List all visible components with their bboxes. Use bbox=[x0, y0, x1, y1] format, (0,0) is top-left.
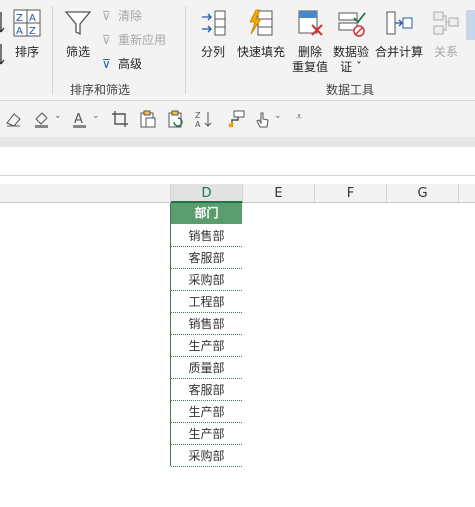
svg-text:A: A bbox=[16, 26, 23, 37]
advanced-label: 高级 bbox=[118, 57, 143, 71]
table-cell[interactable]: 采购部 bbox=[171, 445, 242, 467]
formula-bar[interactable] bbox=[0, 147, 475, 176]
svg-text:Z: Z bbox=[195, 111, 201, 120]
paste-values-icon[interactable] bbox=[166, 109, 186, 129]
chevron-down-icon[interactable]: ⌄ bbox=[274, 111, 282, 121]
remove-duplicates-icon bbox=[298, 10, 323, 36]
consolidate-label: 合并计算 bbox=[374, 45, 423, 59]
svg-text:A: A bbox=[29, 13, 36, 24]
table-cell[interactable]: 客服部 bbox=[171, 247, 242, 269]
text-to-columns-button[interactable]: 分列 bbox=[195, 6, 231, 62]
funnel-icon bbox=[64, 11, 92, 36]
data-tools-group-label: 数据工具 bbox=[325, 83, 374, 97]
clear-filter-icon: ⊽ bbox=[102, 9, 111, 23]
table-cell[interactable]: 销售部 bbox=[171, 225, 242, 247]
customize-toolbar-icon[interactable]: ⩡ bbox=[296, 110, 302, 124]
sort-filter-group-label: 排序和筛选 bbox=[69, 83, 130, 97]
table-cell[interactable]: 客服部 bbox=[171, 379, 242, 401]
column-header-e[interactable]: E bbox=[243, 184, 315, 202]
reapply-label: 重新应用 bbox=[118, 33, 167, 47]
clear-label: 清除 bbox=[118, 9, 143, 23]
validation-label-2: 证 ˇ bbox=[340, 60, 362, 74]
sort-button[interactable]: Z A A Z 排序 bbox=[8, 6, 46, 62]
clear-button[interactable]: ⊽ 清除 bbox=[102, 9, 162, 24]
table-header-cell[interactable]: 部门 bbox=[171, 203, 242, 224]
chevron-down-icon[interactable]: ⌄ bbox=[92, 111, 100, 121]
table-cell[interactable]: 采购部 bbox=[171, 269, 242, 291]
sort-descending-icon[interactable]: ZA bbox=[194, 109, 214, 129]
format-painter-icon[interactable] bbox=[226, 109, 246, 129]
eraser-icon[interactable] bbox=[4, 109, 24, 129]
flash-fill-button[interactable]: 快速填充 bbox=[235, 6, 287, 62]
paste-icon[interactable] bbox=[138, 109, 158, 129]
split-columns-icon bbox=[202, 10, 226, 36]
remove-duplicates-button[interactable]: 删除 重复值 bbox=[290, 6, 330, 76]
svg-text:A: A bbox=[195, 120, 201, 129]
crop-icon[interactable] bbox=[110, 109, 130, 129]
table-cell[interactable]: 生产部 bbox=[171, 423, 242, 445]
table-cell[interactable]: 质量部 bbox=[171, 357, 242, 379]
remove-dup-label-2: 重复值 bbox=[291, 60, 328, 74]
advanced-button[interactable]: ⊽ 高级 bbox=[102, 57, 162, 72]
reapply-icon: ⊽ bbox=[102, 33, 111, 47]
fill-color-icon[interactable] bbox=[32, 109, 52, 129]
consolidate-button[interactable]: 合并计算 bbox=[373, 6, 425, 62]
chevron-down-icon[interactable]: ⌄ bbox=[54, 111, 62, 121]
advanced-filter-icon: ⊽ bbox=[102, 57, 111, 71]
table-cell[interactable]: 工程部 bbox=[171, 291, 242, 313]
flash-fill-icon bbox=[249, 9, 273, 36]
touch-mode-icon[interactable] bbox=[252, 109, 272, 129]
split-label: 分列 bbox=[200, 45, 225, 59]
sort-az-icon: Z A A Z bbox=[13, 9, 41, 37]
column-header-f[interactable]: F bbox=[315, 184, 387, 202]
consolidate-icon bbox=[386, 11, 413, 35]
more-tools-partial-icon bbox=[466, 10, 475, 40]
relations-label: 关系 bbox=[433, 45, 458, 59]
svg-text:Z: Z bbox=[16, 13, 23, 24]
data-validation-button[interactable]: 数据验 证 ˇ bbox=[332, 6, 370, 76]
validation-label-1: 数据验 bbox=[332, 45, 369, 59]
table-cell[interactable]: 生产部 bbox=[171, 335, 242, 357]
quick-toolbar: ⌄ A ⌄ ZA ⌄ ⩡ bbox=[0, 100, 475, 137]
font-color-icon[interactable]: A bbox=[70, 109, 90, 129]
data-validation-icon bbox=[338, 12, 366, 37]
reapply-button[interactable]: ⊽ 重新应用 bbox=[102, 33, 174, 48]
svg-text:A: A bbox=[74, 112, 83, 127]
table-cell[interactable]: 生产部 bbox=[171, 401, 242, 423]
toolbar-gap bbox=[0, 137, 475, 147]
filter-button[interactable]: 筛选 bbox=[58, 6, 98, 62]
svg-text:Z: Z bbox=[29, 26, 36, 37]
flash-fill-label: 快速填充 bbox=[236, 45, 285, 59]
table-cell[interactable]: 销售部 bbox=[171, 313, 242, 335]
sort-label: 排序 bbox=[14, 45, 39, 59]
column-header-d[interactable]: D bbox=[171, 184, 243, 203]
remove-dup-label-1: 删除 bbox=[297, 45, 322, 59]
relationships-icon bbox=[433, 11, 459, 35]
column-header-left-blank[interactable] bbox=[0, 184, 171, 202]
ribbon: Z A A Z 排序 筛选 ⊽ 清除 ⊽ 重新应用 ⊽ 高级 排序和筛选 分列 bbox=[0, 0, 475, 100]
column-header-g[interactable]: G bbox=[387, 184, 459, 202]
relationships-button[interactable]: 关系 bbox=[428, 6, 464, 62]
filter-label: 筛选 bbox=[65, 45, 90, 59]
separator bbox=[185, 6, 186, 94]
sort-arrow-icon bbox=[0, 12, 5, 65]
